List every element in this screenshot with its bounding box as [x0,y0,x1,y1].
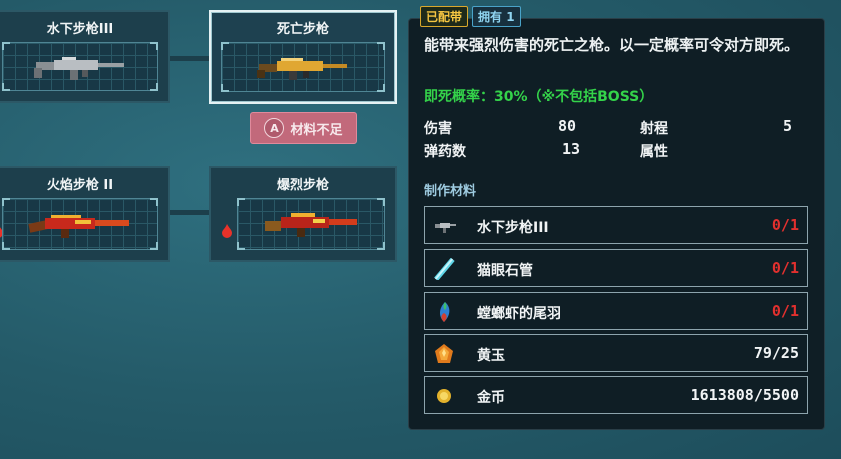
material-count: 0/1 [771,302,799,320]
blast-rifle-icon [265,213,357,237]
materials-title: 制作材料 [424,184,477,199]
weapon-frame [221,42,385,92]
range-value: 5 [783,117,793,135]
fire-element-icon [222,224,232,238]
coin-icon [437,389,451,403]
material-row: 螳螂虾的尾羽 0/1 [424,292,808,330]
material-name: 螳螂虾的尾羽 [477,306,561,322]
instant-kill-chance: 即死概率：30%（※不包括BOSS） [424,89,654,105]
material-count: 79/25 [753,344,799,362]
node-title: 火焰步枪 II [46,178,114,193]
material-row: 水下步枪III 0/1 [424,206,808,244]
tube-icon [434,258,455,280]
material-name: 黄玉 [477,348,505,364]
craft-node-underwater-rifle[interactable]: 水下步枪III [0,10,170,103]
status-badges: 已配带 拥有 1 [420,6,521,27]
tree-connector [170,210,210,215]
node-title: 死亡步枪 [276,22,329,37]
material-row: 金币 1613808/5500 [424,376,808,414]
node-title: 爆烈步枪 [276,178,329,193]
craft-node-death-rifle[interactable]: 死亡步枪 [209,10,397,104]
tree-connector [170,56,210,61]
material-count: 0/1 [771,259,799,277]
gray-rifle-icon [34,56,124,80]
craft-node-blast-rifle[interactable]: 爆烈步枪 [209,166,397,262]
material-name: 猫眼石管 [477,263,533,279]
ammo-value: 13 [562,140,581,158]
range-label: 射程 [640,121,668,137]
insufficient-label: 材料不足 [290,122,343,138]
topaz-icon [435,344,453,363]
weapon-frame [2,42,158,91]
flame-rifle-icon [28,215,129,238]
material-name: 金币 [477,390,505,406]
weapon-frame [2,198,158,250]
node-title: 水下步枪III [46,22,114,37]
material-row: 猫眼石管 0/1 [424,249,808,287]
damage-label: 伤害 [424,121,452,137]
material-count: 0/1 [771,216,799,234]
damage-value: 80 [558,117,577,135]
material-row: 黄玉 79/25 [424,334,808,372]
weapon-description: 能带来强烈伤害的死亡之枪。以一定概率可令对方即死。 [424,36,800,54]
weapon-frame [237,198,385,250]
material-name: 水下步枪III [477,220,549,236]
owned-badge: 拥有 1 [472,6,521,27]
craft-node-flame-rifle[interactable]: 火焰步枪 II [0,166,170,262]
a-button-icon: A [264,118,285,138]
insufficient-materials-button[interactable]: A 材料不足 [250,112,357,144]
material-count: 1613808/5500 [690,386,799,404]
gold-rifle-icon [257,58,347,80]
feather-icon [439,302,450,322]
equipped-badge: 已配带 [420,6,469,27]
rifle-icon [435,223,456,233]
attribute-label: 属性 [640,144,668,160]
ammo-label: 弹药数 [424,144,466,160]
